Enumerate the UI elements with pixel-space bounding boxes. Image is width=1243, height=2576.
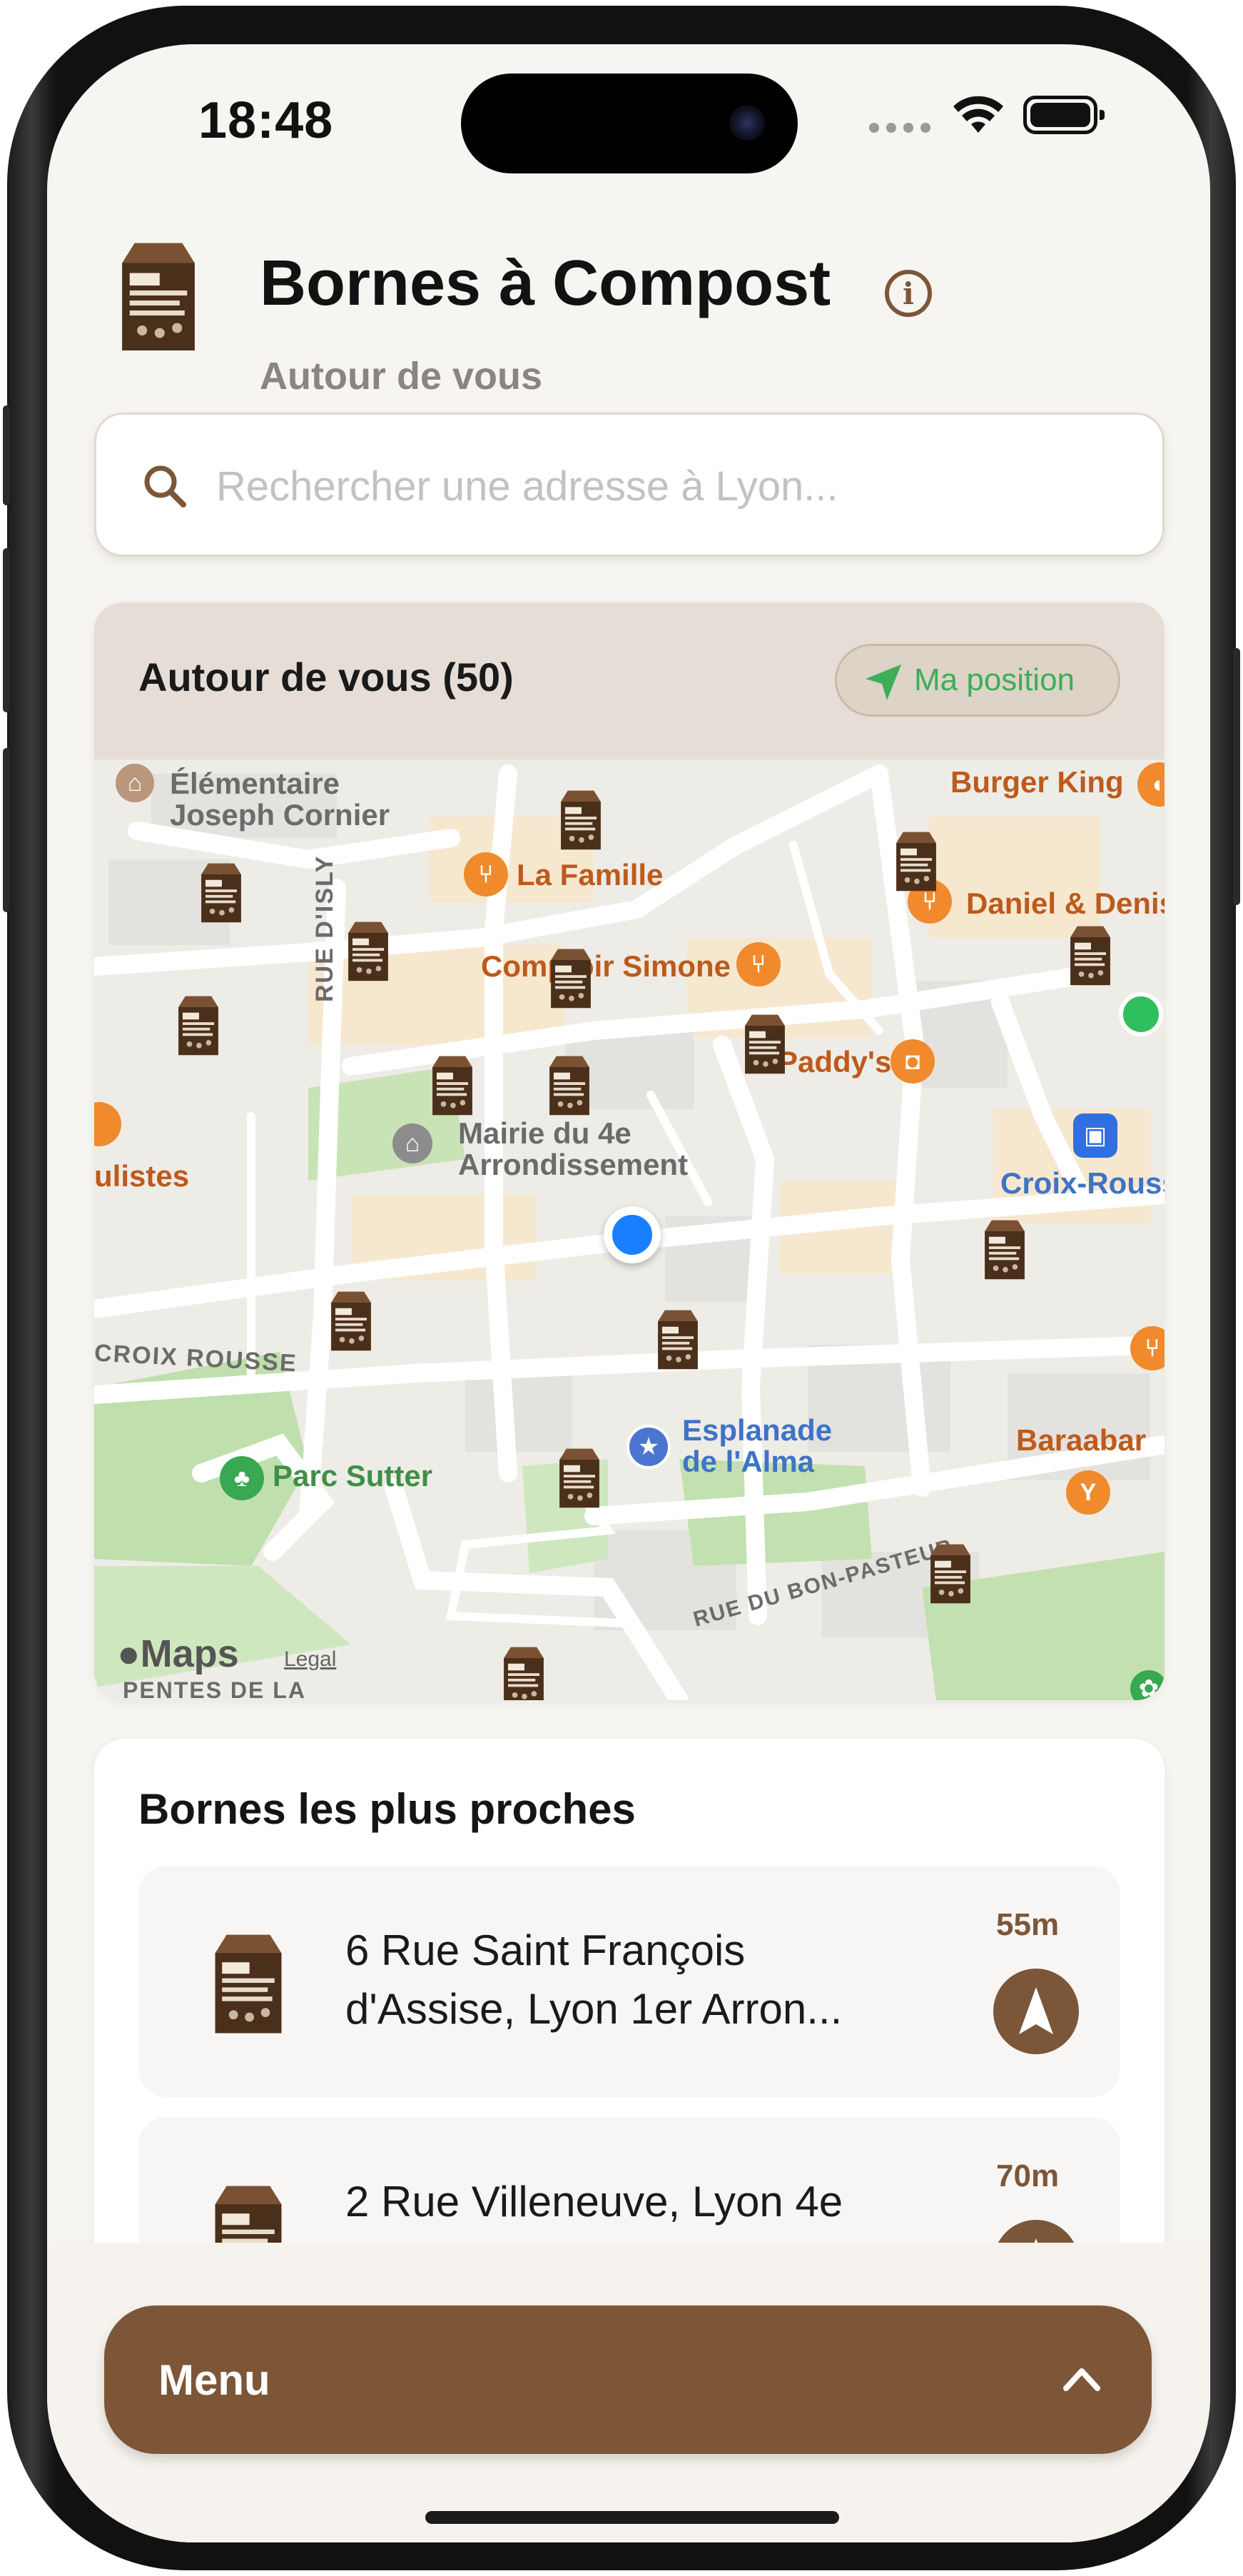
map-card-title: Autour de vous (50)	[138, 655, 514, 699]
metro-station-icon: ▣	[1073, 1113, 1117, 1158]
compost-marker[interactable]	[428, 1052, 477, 1118]
green-poi-icon	[1119, 992, 1163, 1036]
landmark-star-icon: ★	[626, 1425, 671, 1469]
mute-switch	[3, 405, 10, 505]
maps-attribution-label: Maps	[140, 1632, 239, 1675]
home-indicator[interactable]	[425, 2511, 839, 2524]
wifi-icon	[953, 96, 1003, 133]
compost-marker[interactable]	[1066, 922, 1115, 988]
compost-marker[interactable]	[654, 1306, 702, 1372]
compost-marker[interactable]	[547, 945, 595, 1011]
power-button	[1233, 648, 1240, 905]
map-label-school-2: Joseph Cornier	[170, 798, 390, 832]
map-view[interactable]: Élémentaire Joseph Cornier ⌂ ⑂ La Famill…	[94, 759, 1165, 1700]
map-label-mairie: Mairie du 4e	[458, 1116, 631, 1150]
list-item-address: 2 Rue Villeneuve, Lyon 4e	[345, 2178, 843, 2226]
app-header: Bornes à Compost i Autour de vous	[114, 236, 1149, 400]
battery-icon	[1023, 96, 1105, 134]
screen: 18:48 Bornes à Compost i Autour de vous	[47, 44, 1210, 2542]
map-label-esplanade: Esplanade	[682, 1413, 833, 1447]
camera-icon	[729, 105, 765, 141]
maps-attribution[interactable]: ●Maps	[117, 1632, 239, 1676]
nearest-list-title: Bornes les plus proches	[138, 1785, 636, 1833]
user-location-dot	[604, 1206, 661, 1263]
map-label-pentes: PENTES DE LA	[123, 1677, 306, 1700]
my-position-button[interactable]: Ma position	[835, 644, 1120, 717]
dynamic-island	[461, 74, 798, 173]
compost-marker[interactable]	[892, 828, 940, 894]
map-label-mairie-2: Arrondissement	[458, 1148, 689, 1181]
volume-down-button	[3, 748, 10, 912]
compost-marker[interactable]	[197, 859, 245, 925]
cellular-signal-icon	[869, 123, 930, 133]
map-card-header: Autour de vous (50) Ma position	[94, 602, 1165, 759]
compost-marker[interactable]	[174, 992, 223, 1058]
map-label-burger-king: Burger King	[950, 765, 1124, 799]
map-card: Autour de vous (50) Ma position Élémenta…	[94, 602, 1165, 1700]
chevron-up-icon	[1063, 2368, 1100, 2391]
status-time: 18:48	[198, 92, 334, 149]
list-item-distance: 55m	[996, 1907, 1060, 1942]
map-label-la-famille: La Famille	[517, 858, 664, 892]
map-label-baraabar: Baraabar	[1016, 1423, 1147, 1457]
menu-button[interactable]: Menu	[104, 2305, 1152, 2454]
restaurant-icon: ⑂	[464, 852, 508, 896]
status-bar: 18:48	[47, 44, 1210, 187]
map-label-paddys: Paddy's	[778, 1045, 892, 1079]
map-label-esplanade-2: de l'Alma	[682, 1445, 815, 1478]
map-label-rue-isly: RUE D'ISLY	[311, 854, 338, 1002]
compost-marker[interactable]	[741, 1011, 789, 1076]
compost-marker[interactable]	[545, 1052, 594, 1118]
map-label-parc-sutter: Parc Sutter	[273, 1459, 433, 1492]
compost-marker[interactable]	[555, 1445, 604, 1510]
menu-label: Menu	[158, 2356, 270, 2404]
compost-bin-icon	[208, 1926, 288, 2040]
compost-marker[interactable]	[980, 1216, 1029, 1282]
park-icon: ♣	[220, 1456, 264, 1500]
navigate-button[interactable]	[993, 1969, 1079, 2054]
compost-marker[interactable]	[327, 1288, 375, 1353]
town-hall-icon: ⌂	[392, 1123, 432, 1163]
pub-icon: ◘	[891, 1039, 935, 1084]
compost-marker[interactable]	[344, 918, 392, 984]
compost-marker[interactable]	[557, 787, 605, 852]
bar-icon: Y	[1066, 1470, 1110, 1515]
compost-marker[interactable]	[499, 1643, 548, 1700]
map-label-comptoir-simone: Comptoir Simone	[481, 949, 731, 983]
search-input[interactable]	[216, 443, 1130, 529]
list-item-address: 6 Rue Saint François d'Assise, Lyon 1er …	[345, 1926, 843, 2033]
gear-park-icon: ✿	[1130, 1670, 1165, 1700]
map-label-school: Élémentaire	[170, 767, 340, 800]
compost-bin-logo-icon	[114, 236, 203, 355]
list-item[interactable]: 6 Rue Saint François d'Assise, Lyon 1er …	[138, 1866, 1120, 2097]
map-label-ulistes: ulistes	[94, 1159, 190, 1193]
navigation-arrow-icon	[1019, 1987, 1053, 2034]
restaurant-icon-3: ⑂	[736, 942, 781, 986]
map-label-daniel-denis: Daniel & Denis	[966, 887, 1165, 920]
apple-logo-icon: ●	[117, 1632, 141, 1675]
my-position-label: Ma position	[914, 662, 1075, 697]
school-icon: ⌂	[116, 764, 154, 802]
page-title: Bornes à Compost	[260, 248, 831, 319]
compost-marker[interactable]	[926, 1540, 975, 1606]
legal-link[interactable]: Legal	[284, 1647, 336, 1672]
info-icon[interactable]: i	[885, 270, 932, 317]
volume-up-button	[3, 548, 10, 712]
map-label-croix-rousse: Croix-Rousse	[1000, 1166, 1165, 1200]
location-arrow-icon	[866, 665, 901, 700]
page-subtitle: Autour de vous	[260, 355, 543, 398]
list-item-distance: 70m	[996, 2158, 1060, 2193]
search-bar[interactable]	[94, 413, 1165, 557]
phone-frame: 18:48 Bornes à Compost i Autour de vous	[3, 6, 1240, 2570]
search-icon	[144, 465, 186, 507]
